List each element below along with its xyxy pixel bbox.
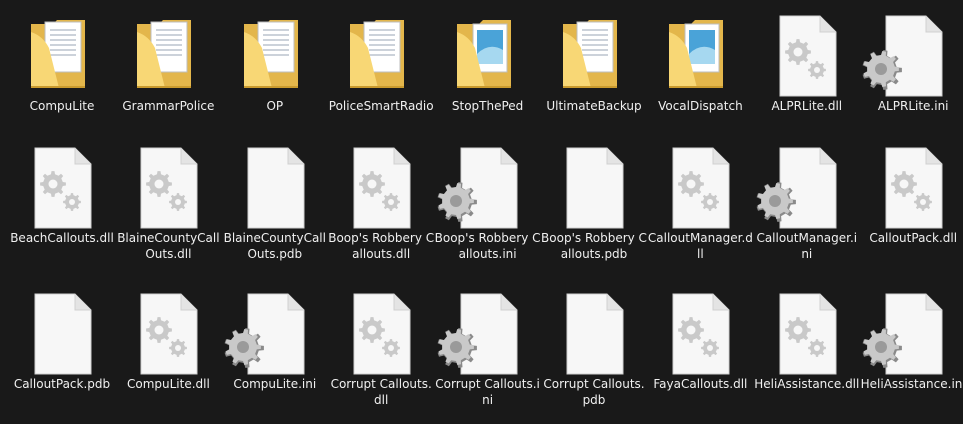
dll-file-icon: [348, 292, 414, 376]
folder-item[interactable]: UltimateBackup: [541, 6, 647, 146]
item-label: CompuLite.dll: [126, 377, 210, 391]
file-item[interactable]: FayaCallouts.dll: [647, 284, 753, 424]
folder-icon: [667, 14, 733, 98]
folder-item[interactable]: OP: [222, 6, 328, 146]
item-label: Corrupt Callouts.dll: [330, 377, 432, 407]
folder-icon: [242, 14, 308, 98]
item-label: CalloutPack.dll: [869, 231, 958, 245]
folder-icon: [135, 14, 201, 98]
file-item[interactable]: CalloutManager.dll: [647, 138, 753, 278]
item-label: CalloutPack.pdb: [13, 377, 111, 391]
settings-file-icon: [862, 292, 946, 376]
file-item[interactable]: CalloutPack.dll: [860, 138, 963, 278]
dll-file-icon: [348, 146, 414, 230]
item-label: Corrupt Callouts.ini: [435, 377, 540, 407]
folder-icon: [29, 14, 95, 98]
item-label: OP: [266, 99, 284, 113]
dll-file-icon: [880, 146, 946, 230]
file-item[interactable]: CalloutManager.ini: [754, 138, 860, 278]
item-label: CompuLite.ini: [233, 377, 317, 391]
item-label: FayaCallouts.dll: [653, 377, 748, 391]
folder-icon: [561, 14, 627, 98]
folder-item[interactable]: GrammarPolice: [115, 6, 221, 146]
dll-file-icon: [774, 292, 840, 376]
item-label: Boop's Robbery Callouts.pdb: [541, 231, 647, 261]
item-label: GrammarPolice: [122, 99, 215, 113]
file-item[interactable]: Boop's Robbery Callouts.pdb: [541, 138, 647, 278]
item-label: Boop's Robbery Callouts.ini: [434, 231, 541, 261]
item-label: BlaineCountyCallOuts.pdb: [223, 231, 326, 261]
blank-file-icon: [561, 292, 627, 376]
settings-file-icon: [224, 292, 308, 376]
file-item[interactable]: CompuLite.ini: [222, 284, 328, 424]
item-label: VocalDispatch: [658, 99, 743, 113]
item-label: Boop's Robbery Callouts.dll: [328, 231, 435, 261]
file-grid: CompuLite GrammarPolice OP PoliceSmartRa…: [0, 0, 963, 424]
file-item[interactable]: BlaineCountyCallOuts.dll: [115, 138, 221, 278]
item-label: BlaineCountyCallOuts.dll: [117, 231, 220, 261]
file-item[interactable]: CompuLite.dll: [115, 284, 221, 424]
blank-file-icon: [29, 292, 95, 376]
file-item[interactable]: CalloutPack.pdb: [9, 284, 115, 424]
item-label: CompuLite: [29, 99, 95, 113]
settings-file-icon: [756, 146, 840, 230]
dll-file-icon: [135, 292, 201, 376]
item-label: ALPRLite.dll: [771, 99, 843, 113]
item-label: HeliAssistance.ini: [860, 377, 963, 391]
blank-file-icon: [561, 146, 627, 230]
folder-icon: [455, 14, 521, 98]
item-label: Corrupt Callouts.pdb: [543, 377, 645, 407]
settings-file-icon: [862, 14, 946, 98]
dll-file-icon: [29, 146, 95, 230]
item-label: CalloutManager.ini: [756, 231, 858, 261]
item-label: PoliceSmartRadio: [328, 99, 434, 113]
file-item[interactable]: Boop's Robbery Callouts.ini: [435, 138, 541, 278]
file-item[interactable]: ALPRLite.dll: [754, 6, 860, 146]
file-item[interactable]: BlaineCountyCallOuts.pdb: [222, 138, 328, 278]
file-item[interactable]: HeliAssistance.dll: [754, 284, 860, 424]
item-label: StopThePed: [451, 99, 524, 113]
item-label: CalloutManager.dll: [647, 231, 753, 261]
folder-item[interactable]: VocalDispatch: [647, 6, 753, 146]
item-label: BeachCallouts.dll: [10, 231, 114, 245]
item-label: ALPRLite.ini: [877, 99, 949, 113]
dll-file-icon: [774, 14, 840, 98]
folder-item[interactable]: StopThePed: [435, 6, 541, 146]
folder-item[interactable]: PoliceSmartRadio: [328, 6, 434, 146]
dll-file-icon: [667, 292, 733, 376]
dll-file-icon: [667, 146, 733, 230]
folder-item[interactable]: CompuLite: [9, 6, 115, 146]
file-item[interactable]: Corrupt Callouts.ini: [435, 284, 541, 424]
blank-file-icon: [242, 146, 308, 230]
file-item[interactable]: ALPRLite.ini: [860, 6, 963, 146]
file-item[interactable]: Corrupt Callouts.dll: [328, 284, 434, 424]
folder-icon: [348, 14, 414, 98]
file-item[interactable]: HeliAssistance.ini: [860, 284, 963, 424]
item-label: HeliAssistance.dll: [754, 377, 860, 391]
file-item[interactable]: Boop's Robbery Callouts.dll: [328, 138, 434, 278]
file-item[interactable]: BeachCallouts.dll: [9, 138, 115, 278]
item-label: UltimateBackup: [546, 99, 642, 113]
dll-file-icon: [135, 146, 201, 230]
file-item[interactable]: Corrupt Callouts.pdb: [541, 284, 647, 424]
settings-file-icon: [437, 146, 521, 230]
settings-file-icon: [437, 292, 521, 376]
